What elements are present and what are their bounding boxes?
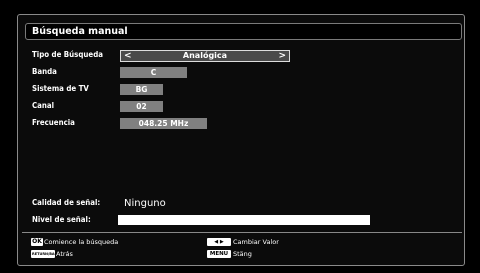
search-type-selector[interactable]: < Analógica > xyxy=(120,50,290,62)
footer-divider xyxy=(22,232,462,233)
menu-key-icon: MENU xyxy=(207,250,231,258)
channel-label: Canal xyxy=(32,101,55,110)
ok-hint: Comience la búsqueda xyxy=(44,238,119,246)
tv-system-label: Sistema de TV xyxy=(32,84,89,93)
arrow-right-icon[interactable]: > xyxy=(278,51,286,61)
signal-quality-value: Ninguno xyxy=(124,198,166,209)
band-value[interactable]: C xyxy=(120,67,187,78)
frequency-label: Frecuencia xyxy=(32,118,75,127)
close-hint: Stäng xyxy=(233,250,252,258)
band-label: Banda xyxy=(32,67,57,76)
change-value-hint: Cambiar Valor xyxy=(233,238,279,246)
back-hint: Atrás xyxy=(56,250,73,258)
signal-quality-label: Calidad de señal: xyxy=(32,198,101,207)
search-type-value: Analógica xyxy=(182,51,228,60)
signal-level-label: Nivel de señal: xyxy=(32,215,91,224)
page-title: Búsqueda manual xyxy=(32,26,128,37)
search-type-label: Tipo de Búsqueda xyxy=(32,50,103,59)
channel-value[interactable]: 02 xyxy=(120,101,163,112)
signal-level-bar xyxy=(118,215,370,225)
left-right-key-icon: ◀ ▶ xyxy=(207,238,231,246)
back-key-icon: RETURN/BACK xyxy=(31,250,60,258)
frequency-value[interactable]: 048.25 MHz xyxy=(120,118,207,129)
tv-system-value[interactable]: BG xyxy=(120,84,163,95)
ok-key-icon: OK xyxy=(31,238,43,246)
